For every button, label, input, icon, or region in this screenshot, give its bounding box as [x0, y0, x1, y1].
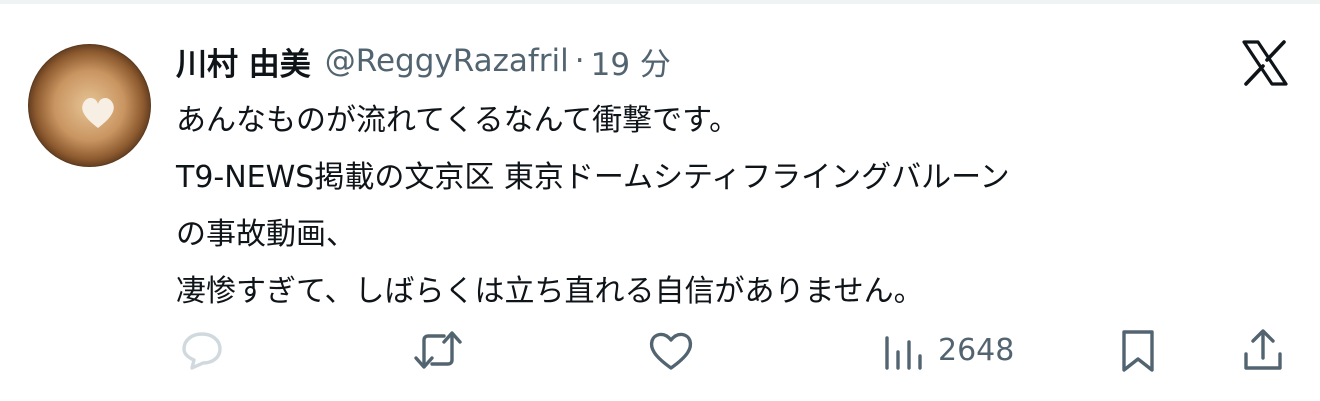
tweet-text: あんなものが流れてくるなんて衝撃です。 T9-NEWS掲載の文京区 東京ドームシ… [176, 92, 1296, 320]
tweet-line: T9-NEWS掲載の文京区 東京ドームシティフライングバルーン [176, 160, 1010, 195]
reply-icon [182, 332, 222, 370]
bookmark-button[interactable] [1116, 322, 1160, 378]
views-button[interactable]: 2648 [882, 322, 1014, 378]
separator-dot: · [574, 43, 585, 79]
action-bar: 2648 [0, 322, 1320, 378]
views-icon [885, 336, 922, 370]
x-logo-icon [1242, 40, 1288, 86]
tweet-header: 川村 由美 @ReggyRazafril · 19 分 [176, 39, 671, 83]
author-handle[interactable]: @ReggyRazafril [325, 43, 569, 79]
top-divider [0, 0, 1320, 4]
reply-button[interactable] [178, 322, 226, 378]
author-name[interactable]: 川村 由美 [176, 39, 311, 84]
avatar[interactable] [28, 44, 151, 167]
views-count: 2648 [938, 332, 1015, 368]
tweet-line: 凄惨すぎて、しばらくは立ち直れる自信がありません。 [176, 274, 924, 309]
share-button[interactable] [1240, 322, 1286, 378]
tweet-line: の事故動画、 [176, 217, 356, 252]
heart-icon [649, 332, 693, 370]
retweet-button[interactable] [412, 322, 464, 378]
retweet-icon [414, 331, 462, 369]
latte-heart-icon [82, 98, 114, 128]
share-icon [1244, 329, 1282, 370]
like-button[interactable] [646, 322, 696, 378]
bookmark-icon [1122, 330, 1154, 372]
tweet-line: あんなものが流れてくるなんて衝撃です。 [176, 103, 740, 138]
tweet-timestamp[interactable]: 19 分 [591, 39, 671, 84]
